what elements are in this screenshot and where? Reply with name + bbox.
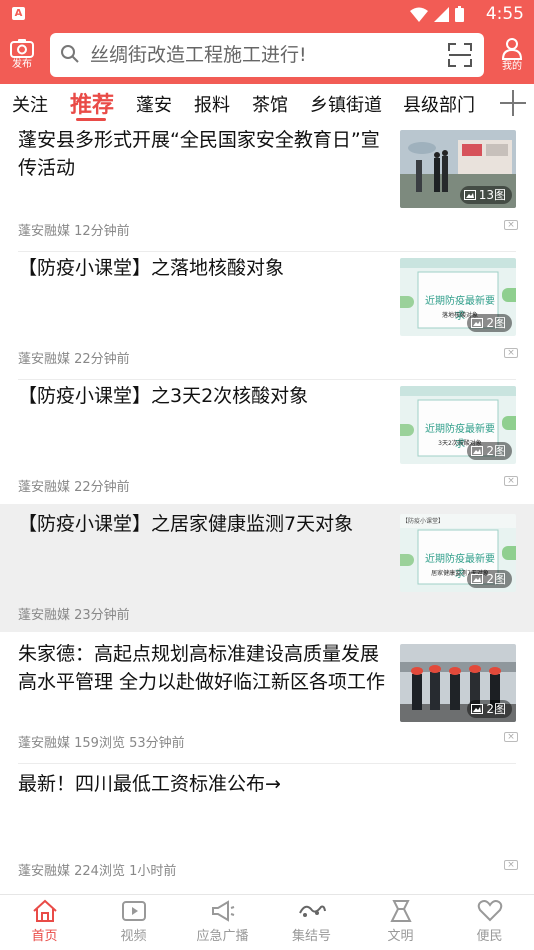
civilization-icon: [389, 900, 412, 922]
nav-label: 集结号: [291, 929, 331, 944]
image-count: 2图: [486, 316, 506, 330]
nav-gathering[interactable]: 集结号: [267, 899, 356, 944]
news-meta: 蓬安融媒 224浏览 1小时前: [18, 864, 177, 879]
news-item[interactable]: 朱家德：高起点规划高标准建设高质量发展高水平管理 全力以赴做好临江新区各项工作 …: [0, 636, 534, 764]
nav-civilization[interactable]: 文明: [356, 899, 445, 944]
nav-label: 便民: [476, 929, 503, 944]
tab-pengan[interactable]: 蓬安: [136, 91, 172, 117]
image-icon: [463, 190, 476, 200]
news-item[interactable]: 最新！四川最低工资标准公布→ 蓬安融媒 224浏览 1小时前 ×: [0, 764, 534, 892]
mine-label: 我的: [502, 61, 522, 72]
search-bar[interactable]: 丝绸街改造工程施工进行!: [50, 33, 484, 77]
news-thumbnail: 近期防疫最新要求 落地核酸对象 2图: [400, 258, 516, 336]
news-thumbnail: 13图: [400, 130, 516, 208]
image-count-badge: 13图: [459, 186, 512, 204]
megaphone-icon: [211, 900, 234, 922]
image-icon: [471, 446, 484, 456]
nav-label: 应急广播: [196, 929, 249, 944]
image-count: 2图: [486, 444, 506, 458]
image-count-badge: 2图: [467, 442, 512, 460]
dismiss-icon[interactable]: ×: [504, 476, 518, 486]
news-item[interactable]: 【防疫小课堂】之居家健康监测7天对象 【防疫小课堂】 近期防疫最新要求 居家健康…: [0, 504, 534, 632]
image-count-badge: 2图: [467, 700, 512, 718]
app-notification-icon: A: [12, 7, 25, 20]
image-icon: [471, 574, 484, 584]
mine-button[interactable]: 我的: [492, 36, 532, 76]
news-title: 【防疫小课堂】之居家健康监测7天对象: [18, 513, 354, 535]
user-icon: [501, 38, 523, 60]
news-thumbnail: 【防疫小课堂】 近期防疫最新要求 居家健康监测7天对象 2图: [400, 514, 516, 592]
nav-emergency-broadcast[interactable]: 应急广播: [178, 899, 267, 944]
image-count-badge: 2图: [467, 570, 512, 588]
search-icon: [61, 45, 79, 63]
news-title: 【防疫小课堂】之落地核酸对象: [18, 257, 285, 279]
thumbnail-tag: 【防疫小课堂】: [402, 518, 445, 525]
news-meta: 蓬安融媒 22分钟前: [18, 480, 130, 495]
add-channel-icon[interactable]: [500, 90, 526, 116]
search-input[interactable]: 丝绸街改造工程施工进行!: [90, 33, 307, 77]
signal-icon: [434, 6, 449, 22]
image-count: 13图: [478, 188, 506, 202]
news-meta: 蓬安融媒 12分钟前: [18, 224, 130, 239]
tab-recommend[interactable]: 推荐: [70, 87, 114, 119]
news-meta: 蓬安融媒 22分钟前: [18, 352, 130, 367]
dismiss-icon[interactable]: ×: [504, 860, 518, 870]
image-count: 2图: [486, 702, 506, 716]
news-item[interactable]: 【防疫小课堂】之落地核酸对象 近期防疫最新要求 落地核酸对象 2图 蓬安融媒 2…: [0, 252, 534, 380]
news-thumbnail: 2图: [400, 644, 516, 722]
dismiss-icon[interactable]: ×: [504, 348, 518, 358]
battery-icon: [455, 6, 464, 22]
tab-county-depts[interactable]: 县级部门: [403, 91, 475, 117]
news-title: 朱家德：高起点规划高标准建设高质量发展高水平管理 全力以赴做好临江新区各项工作: [18, 643, 386, 693]
bottom-nav: 首页 视频 应急广播 集结号 文明 便民: [0, 894, 534, 950]
dismiss-icon[interactable]: ×: [504, 220, 518, 230]
heart-icon: [477, 900, 502, 922]
video-icon: [121, 901, 146, 921]
tab-report[interactable]: 报料: [194, 91, 230, 117]
channel-tabs: 关注 推荐 蓬安 报料 茶馆 乡镇街道 县级部门: [0, 84, 534, 124]
status-bar: A 4:55: [0, 0, 534, 28]
image-icon: [471, 318, 484, 328]
system-icons: [410, 6, 464, 22]
gathering-logo-icon: [298, 905, 326, 917]
image-count-badge: 2图: [467, 314, 512, 332]
post-label: 发布: [12, 59, 32, 70]
tab-towns[interactable]: 乡镇街道: [310, 91, 382, 117]
nav-label: 视频: [120, 929, 147, 944]
nav-label: 首页: [31, 929, 58, 944]
news-title: 最新！四川最低工资标准公布→: [18, 773, 281, 795]
news-item[interactable]: 【防疫小课堂】之3天2次核酸对象 近期防疫最新要求 3天2次核酸对象 2图 蓬安…: [0, 380, 534, 508]
nav-video[interactable]: 视频: [89, 899, 178, 944]
camera-icon: [10, 39, 34, 58]
wifi-icon: [410, 7, 428, 22]
scan-icon[interactable]: [448, 43, 472, 67]
image-count: 2图: [486, 572, 506, 586]
status-time: 4:55: [485, 4, 524, 24]
post-button[interactable]: 发布: [2, 36, 42, 76]
home-icon: [32, 899, 57, 922]
news-item[interactable]: 蓬安县多形式开展“全民国家安全教育日”宣传活动 13图 蓬安融媒 12分钟前 ×: [0, 124, 534, 252]
image-icon: [471, 704, 484, 714]
tab-teahouse[interactable]: 茶馆: [252, 91, 288, 117]
top-bar: A 4:55 发布 丝绸街改造工程施工进行! 我的: [0, 0, 534, 84]
app-header: 发布 丝绸街改造工程施工进行! 我的: [0, 28, 534, 84]
news-meta: 蓬安融媒 159浏览 53分钟前: [18, 736, 185, 751]
news-thumbnail: 近期防疫最新要求 3天2次核酸对象 2图: [400, 386, 516, 464]
news-title: 蓬安县多形式开展“全民国家安全教育日”宣传活动: [18, 129, 380, 179]
news-title: 【防疫小课堂】之3天2次核酸对象: [18, 385, 309, 407]
nav-home[interactable]: 首页: [0, 899, 89, 944]
nav-label: 文明: [387, 929, 414, 944]
nav-convenience[interactable]: 便民: [445, 899, 534, 944]
news-meta: 蓬安融媒 23分钟前: [18, 608, 130, 623]
tab-follow[interactable]: 关注: [12, 91, 48, 117]
dismiss-icon[interactable]: ×: [504, 732, 518, 742]
active-tab-indicator: [76, 118, 106, 121]
